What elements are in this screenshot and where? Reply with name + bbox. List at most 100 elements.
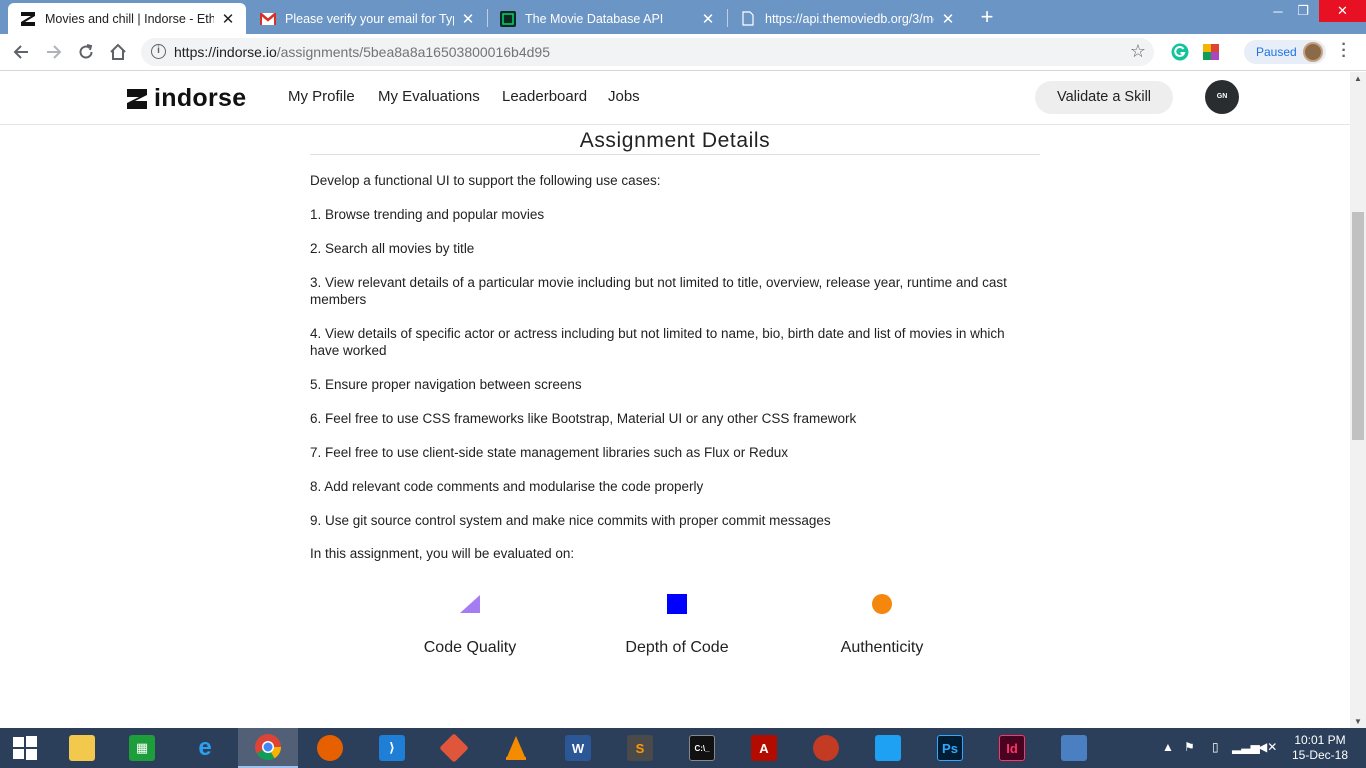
taskbar-clock[interactable]: 10:01 PM 15-Dec-18 [1290,733,1350,763]
home-button[interactable] [106,40,130,64]
start-button[interactable] [0,728,50,768]
circle-icon [872,594,892,614]
criterion-label: Code Quality [423,639,517,656]
volume-muted-icon[interactable]: ◀✕ [1258,740,1277,754]
cmd-taskbar-icon[interactable]: C:\_ [672,728,732,768]
restore-button[interactable]: ❐ [1283,0,1323,22]
vlc-icon [506,736,526,760]
criterion-authenticity: Authenticity [822,594,942,657]
criterion-label: Depth of Code [625,639,729,656]
back-button[interactable] [9,40,33,64]
user-avatar[interactable]: GN [1205,80,1239,114]
browser-tab-indorse[interactable]: Movies and chill | Indorse - Ether ✕ [8,3,246,34]
battery-icon[interactable]: ▯ [1212,740,1219,754]
list-item: 4. View details of specific actor or act… [310,326,1005,358]
browser-toolbar: i https://indorse.io/assignments/5bea8a8… [0,34,1366,71]
evaluated-on-text: In this assignment, you will be evaluate… [310,546,575,561]
vlc-taskbar-icon[interactable] [486,728,546,768]
browser-tab-tmdb[interactable]: The Movie Database API ✕ [488,3,726,34]
acrobat-taskbar-icon[interactable]: A [734,728,794,768]
tab-close-icon[interactable]: ✕ [460,10,476,28]
tray-expand-icon[interactable]: ▲ [1162,740,1174,754]
browser-tab-gmail[interactable]: Please verify your email for Type ✕ [248,3,486,34]
list-item: 6. Feel free to use CSS frameworks like … [310,411,857,426]
internet-explorer-taskbar-icon[interactable]: e [175,728,235,768]
criterion-depth-of-code: Depth of Code [615,594,739,657]
list-item: 7. Feel free to use client-side state ma… [310,445,788,460]
windows-taskbar: ▦ e ⟩ W S C:\_ A Ps Id ▲ ⚑ ▯ ▂▃▅ ◀✕ 10:0… [0,728,1366,768]
triangle-icon [460,595,480,613]
chrome-taskbar-icon[interactable] [238,728,298,768]
intro-text: Develop a functional UI to support the f… [310,173,661,188]
signal-icon[interactable]: ▂▃▅ [1232,740,1260,754]
new-tab-button[interactable]: + [976,5,998,29]
colorzilla-extension-icon[interactable] [1202,43,1220,61]
window-close-button[interactable]: ✕ [1319,0,1366,22]
page-title: Assignment Details [310,125,1040,155]
gmail-favicon-icon [260,11,276,27]
app-taskbar-icon[interactable] [1044,728,1104,768]
sublime-taskbar-icon[interactable]: S [610,728,670,768]
tab-close-icon[interactable]: ✕ [940,10,956,28]
nav-jobs[interactable]: Jobs [608,88,640,105]
tab-title: https://api.themoviedb.org/3/mo [765,11,934,26]
indorse-favicon-icon [20,11,36,27]
site-info-icon[interactable]: i [151,44,166,59]
git-taskbar-icon[interactable] [424,728,484,768]
assignment-details: Assignment Details Develop a functional … [310,125,1040,656]
list-item: 8. Add relevant code comments and modula… [310,479,704,494]
browser-tab-strip: Movies and chill | Indorse - Ether ✕ Ple… [0,0,1366,34]
forward-arrow-icon [47,45,62,59]
photoshop-taskbar-icon[interactable]: Ps [920,728,980,768]
indesign-taskbar-icon[interactable]: Id [982,728,1042,768]
list-item: 3. View relevant details of a particular… [310,275,1007,307]
list-item: 5. Ensure proper navigation between scre… [310,377,582,392]
app-taskbar-icon[interactable] [858,728,918,768]
criterion-code-quality: Code Quality [410,594,530,657]
chrome-menu-icon[interactable]: · · · [1338,37,1350,65]
windows-logo-icon [13,736,37,760]
browser-taskbar-icon[interactable] [796,728,856,768]
site-header: indorse My Profile My Evaluations Leader… [0,72,1350,125]
chrome-icon [255,734,282,761]
browser-tab-api[interactable]: https://api.themoviedb.org/3/mo ✕ [728,3,966,34]
page-scrollbar[interactable]: ▲ ▼ [1350,72,1366,728]
nav-leaderboard[interactable]: Leaderboard [502,88,587,105]
logo-text: indorse [154,84,247,112]
vscode-taskbar-icon[interactable]: ⟩ [362,728,422,768]
criterion-label: Authenticity [840,639,924,656]
url-path: /assignments/5bea8a8a16503800016b4d95 [276,44,550,60]
reload-button[interactable] [74,40,98,64]
tab-close-icon[interactable]: ✕ [220,10,236,28]
address-bar[interactable]: i https://indorse.io/assignments/5bea8a8… [141,38,1154,66]
grammarly-extension-icon[interactable] [1171,43,1189,61]
nav-my-evaluations[interactable]: My Evaluations [378,88,480,105]
clock-date: 15-Dec-18 [1291,748,1349,762]
word-taskbar-icon[interactable]: W [548,728,608,768]
profile-avatar [1303,42,1323,62]
bookmark-star-icon[interactable]: ☆ [1130,41,1146,62]
web-page: indorse My Profile My Evaluations Leader… [0,72,1350,728]
nav-my-profile[interactable]: My Profile [288,88,355,105]
scrollbar-thumb[interactable] [1352,212,1364,440]
evaluation-criteria: Code Quality Depth of Code Authenticity [310,594,1040,664]
clock-time: 10:01 PM [1294,733,1346,747]
network-flag-icon[interactable]: ⚑ [1184,740,1195,754]
document-favicon-icon [740,11,756,27]
validate-skill-button[interactable]: Validate a Skill [1035,81,1173,114]
firefox-taskbar-icon[interactable] [300,728,360,768]
scroll-up-icon[interactable]: ▲ [1353,74,1363,83]
profile-paused-button[interactable]: Paused [1244,40,1326,64]
store-taskbar-icon[interactable]: ▦ [112,728,172,768]
list-item: 2. Search all movies by title [310,241,475,256]
back-arrow-icon [13,45,28,59]
home-icon [110,43,126,60]
indorse-logo[interactable]: indorse [127,84,246,113]
tab-close-icon[interactable]: ✕ [700,10,716,28]
tab-title: Movies and chill | Indorse - Ether [45,11,214,26]
file-explorer-taskbar-icon[interactable] [52,728,112,768]
forward-button[interactable] [42,40,66,64]
scroll-down-icon[interactable]: ▼ [1353,717,1363,726]
square-icon [667,594,687,614]
tab-title: Please verify your email for Type [285,11,454,26]
